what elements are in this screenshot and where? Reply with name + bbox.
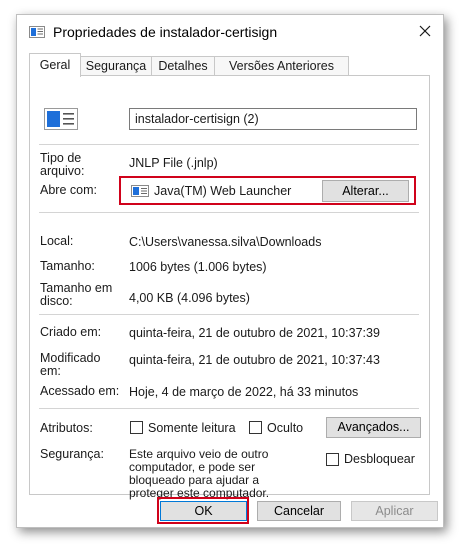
unblock-label: Desbloquear [344,452,415,466]
size-label: Tamanho: [40,259,95,273]
attributes-label: Atributos: [40,421,93,435]
apply-button[interactable]: Aplicar [351,501,438,521]
opens-with-label: Abre com: [40,183,97,197]
file-type-label: Tipo de arquivo: [40,151,85,178]
properties-dialog: Propriedades de instalador-certisign Ger… [16,14,444,528]
created-value: quinta-feira, 21 de outubro de 2021, 10:… [129,326,380,340]
separator [39,144,419,145]
readonly-label: Somente leitura [148,421,236,435]
tab-details[interactable]: Detalhes [151,56,215,76]
security-label: Segurança: [40,447,104,461]
size-on-disk-label: Tamanho em disco: [40,281,113,308]
separator [39,212,419,213]
separator [39,314,419,315]
file-icon [44,108,78,130]
tab-security[interactable]: Segurança [80,56,152,76]
size-value: 1006 bytes (1.006 bytes) [129,260,267,274]
advanced-button[interactable]: Avançados... [326,417,421,438]
security-message: Este arquivo veio de outro computador, e… [129,448,269,500]
title-bar: Propriedades de instalador-certisign [17,15,443,49]
file-name-input[interactable] [129,108,417,130]
file-properties-icon [29,26,45,38]
location-label: Local: [40,234,74,248]
ok-highlight [157,497,249,524]
separator [39,408,419,409]
hidden-checkbox[interactable] [249,421,262,434]
modified-value: quinta-feira, 21 de outubro de 2021, 10:… [129,353,380,367]
hidden-label: Oculto [267,421,304,435]
modified-label: Modificado em: [40,351,101,378]
opens-with-highlight [119,176,416,205]
location-value: C:\Users\vanessa.silva\Downloads [129,235,322,249]
window-title: Propriedades de instalador-certisign [53,24,278,40]
tab-previous-versions[interactable]: Versões Anteriores [214,56,349,76]
close-button[interactable] [407,15,443,47]
accessed-label: Acessado em: [40,384,120,398]
tab-general[interactable]: Geral [29,53,81,77]
size-on-disk-value: 4,00 KB (4.096 bytes) [129,291,250,305]
cancel-button[interactable]: Cancelar [257,501,341,521]
accessed-value: Hoje, 4 de março de 2022, há 33 minutos [129,385,359,399]
created-label: Criado em: [40,325,102,339]
file-type-value: JNLP File (.jnlp) [129,156,218,170]
close-icon [419,25,431,37]
unblock-checkbox[interactable] [326,453,339,466]
readonly-checkbox[interactable] [130,421,143,434]
general-panel: Tipo de arquivo: JNLP File (.jnlp) Abre … [29,75,430,500]
